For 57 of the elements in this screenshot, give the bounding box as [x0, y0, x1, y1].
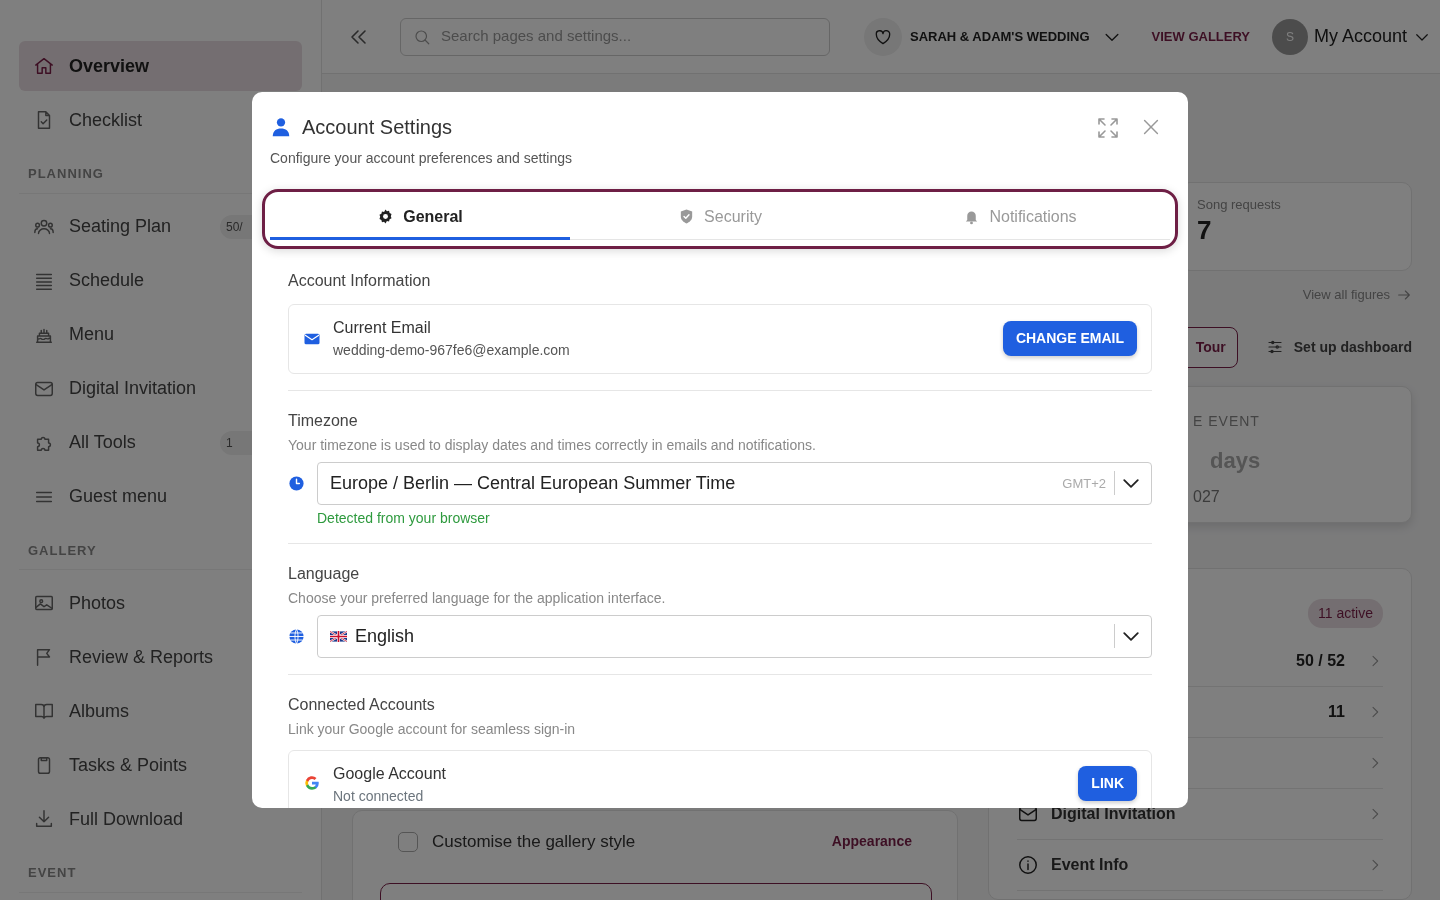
- row-label: Digital Invitation: [1051, 804, 1176, 825]
- item-label: Review & Reports: [69, 645, 214, 669]
- row-label: Event Info: [1051, 855, 1129, 876]
- section-description: Link your Google account for seamless sign-in: [288, 719, 577, 738]
- appearance-link[interactable]: Appearance: [831, 831, 912, 853]
- item-label: All Tools: [69, 431, 136, 454]
- offset-label: GMT+2: [1062, 474, 1106, 493]
- sidebar-item[interactable]: Guest menu: [19, 471, 302, 522]
- sidebar-item[interactable]: Menu: [19, 309, 302, 360]
- event-name: SARAH & ADAM'S WEDDING: [910, 27, 1090, 46]
- section-heading: EVENT: [19, 848, 302, 893]
- sidebar-item[interactable]: Overview: [19, 41, 302, 91]
- language-select[interactable]: English: [317, 614, 1152, 658]
- stat-label: Song requests: [1197, 196, 1282, 214]
- status-badge: 11 active: [1308, 599, 1383, 629]
- item-label: Schedule: [69, 269, 145, 292]
- detected-hint: Detected from your browser: [317, 508, 491, 527]
- item-label: Digital Invitation: [69, 377, 197, 400]
- select-value: English: [355, 624, 415, 648]
- sidebar-item[interactable]: Tasks & Points: [19, 740, 302, 790]
- field-label: Current Email: [333, 318, 432, 339]
- tab[interactable]: Security: [570, 196, 870, 240]
- item-label: Albums: [69, 699, 130, 723]
- sidebar-item[interactable]: Review & Reports: [19, 632, 302, 682]
- email-value: wedding-demo-967fe6@example.com: [333, 341, 570, 361]
- dialog-title: Account Settings: [302, 115, 453, 140]
- timezone-select[interactable]: Europe / Berlin — Central European Summer Time GMT+2: [317, 461, 1152, 505]
- overview-row[interactable]: Event Info: [1017, 840, 1383, 892]
- account-menu[interactable]: My Account: [1314, 23, 1408, 50]
- connection-status: Not connected: [333, 786, 425, 806]
- setup-button[interactable]: Set up dashboard: [1265, 336, 1412, 358]
- change-email-button[interactable]: CHANGE EMAIL: [1002, 321, 1137, 357]
- item-label: Seating Plan: [69, 215, 172, 238]
- item-label: Checklist: [69, 108, 143, 132]
- sidebar-item[interactable]: Full Download: [19, 794, 302, 844]
- section-heading: Account Information: [288, 271, 432, 291]
- item-label: Tasks & Points: [69, 753, 188, 777]
- item-label: Guest menu: [69, 485, 168, 508]
- item-label: Overview: [69, 54, 150, 78]
- gallery-link[interactable]: VIEW GALLERY: [1151, 26, 1251, 47]
- event-date: 027: [1193, 486, 1221, 507]
- sidebar-item[interactable]: Checklist: [19, 95, 302, 145]
- section-description: Choose your preferred language for the application interface.: [288, 588, 667, 607]
- row-value: 50 / 52: [1296, 651, 1345, 672]
- event-label: E EVENT: [1193, 411, 1261, 431]
- section-heading: Connected Accounts: [288, 694, 436, 715]
- stat-value: 7: [1197, 214, 1213, 246]
- row-value: 11: [1328, 702, 1345, 723]
- item-label: Menu: [69, 323, 115, 346]
- tab[interactable]: Notifications: [870, 196, 1170, 240]
- item-label: Photos: [69, 591, 126, 615]
- tab[interactable]: General: [270, 196, 570, 240]
- account-name: Google Account: [333, 763, 446, 784]
- link-button[interactable]: LINK: [1078, 765, 1137, 801]
- select-value: Europe / Berlin — Central European Summer Time: [330, 471, 736, 495]
- item-label: Full Download: [69, 807, 184, 831]
- task-label: Customise the gallery style: [432, 831, 636, 853]
